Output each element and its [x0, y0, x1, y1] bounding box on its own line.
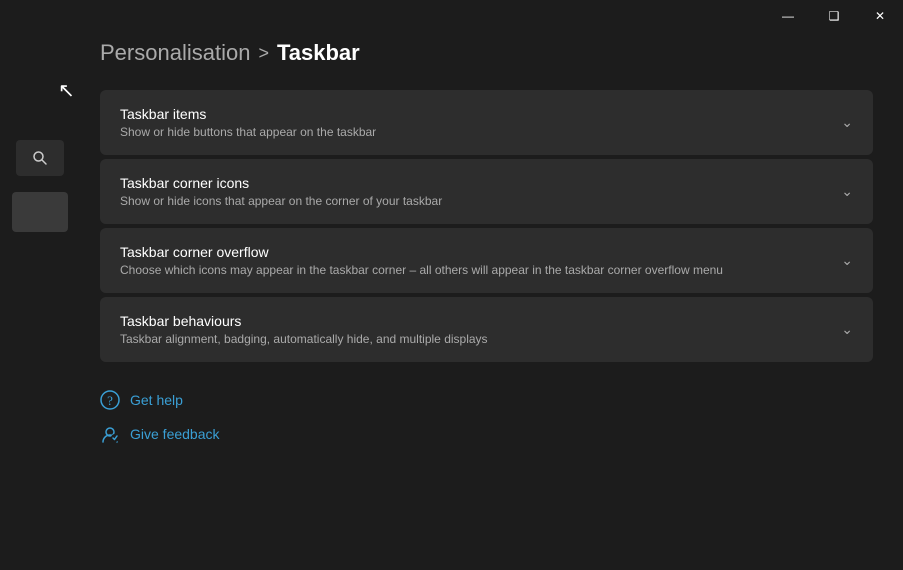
settings-item-taskbar-corner-overflow[interactable]: Taskbar corner overflow Choose which ico… — [100, 228, 873, 293]
settings-item-taskbar-behaviours-title: Taskbar behaviours — [120, 313, 488, 329]
chevron-down-icon: ⌄ — [841, 321, 853, 338]
help-circle-icon: ? — [100, 390, 120, 410]
settings-list: Taskbar items Show or hide buttons that … — [100, 90, 873, 362]
svg-text:?: ? — [107, 393, 113, 408]
nav-placeholder — [12, 192, 68, 232]
chevron-down-icon: ⌄ — [841, 183, 853, 200]
settings-item-taskbar-items-text: Taskbar items Show or hide buttons that … — [120, 106, 376, 139]
give-feedback-label: Give feedback — [130, 426, 220, 442]
settings-item-taskbar-items[interactable]: Taskbar items Show or hide buttons that … — [100, 90, 873, 155]
settings-item-taskbar-behaviours-desc: Taskbar alignment, badging, automaticall… — [120, 332, 488, 346]
breadcrumb-current: Taskbar — [277, 40, 360, 66]
settings-item-taskbar-corner-icons-desc: Show or hide icons that appear on the co… — [120, 194, 442, 208]
feedback-icon — [100, 424, 120, 444]
breadcrumb-parent[interactable]: Personalisation — [100, 40, 250, 66]
search-icon — [32, 150, 48, 166]
search-button[interactable] — [16, 140, 64, 176]
settings-item-taskbar-items-title: Taskbar items — [120, 106, 376, 122]
settings-item-taskbar-behaviours[interactable]: Taskbar behaviours Taskbar alignment, ba… — [100, 297, 873, 362]
main-content: Personalisation > Taskbar Taskbar items … — [80, 0, 903, 570]
chevron-down-icon: ⌄ — [841, 252, 853, 269]
get-help-label: Get help — [130, 392, 183, 408]
give-feedback-link[interactable]: Give feedback — [100, 424, 873, 444]
get-help-link[interactable]: ? Get help — [100, 390, 873, 410]
chevron-down-icon: ⌄ — [841, 114, 853, 131]
settings-item-taskbar-corner-overflow-desc: Choose which icons may appear in the tas… — [120, 263, 723, 277]
settings-item-taskbar-corner-overflow-title: Taskbar corner overflow — [120, 244, 723, 260]
sidebar — [0, 0, 80, 570]
settings-item-taskbar-corner-overflow-text: Taskbar corner overflow Choose which ico… — [120, 244, 723, 277]
settings-item-taskbar-corner-icons-title: Taskbar corner icons — [120, 175, 442, 191]
help-section: ? Get help Give feedback — [100, 390, 873, 444]
settings-item-taskbar-corner-icons[interactable]: Taskbar corner icons Show or hide icons … — [100, 159, 873, 224]
settings-item-taskbar-corner-icons-text: Taskbar corner icons Show or hide icons … — [120, 175, 442, 208]
breadcrumb-separator: > — [258, 43, 269, 64]
breadcrumb: Personalisation > Taskbar — [100, 40, 873, 66]
settings-item-taskbar-items-desc: Show or hide buttons that appear on the … — [120, 125, 376, 139]
settings-item-taskbar-behaviours-text: Taskbar behaviours Taskbar alignment, ba… — [120, 313, 488, 346]
